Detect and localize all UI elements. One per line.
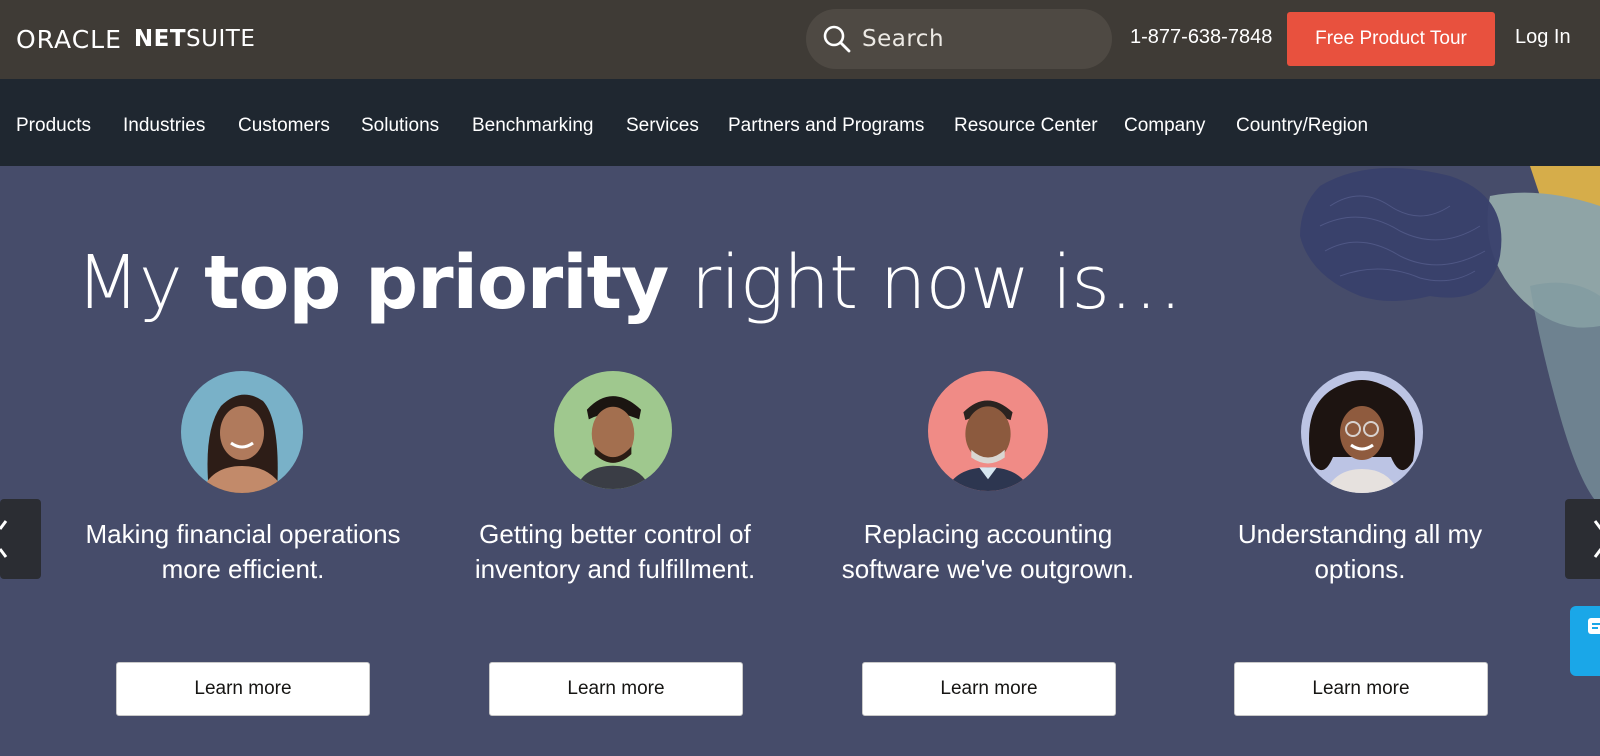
nav-item-customers[interactable]: Customers xyxy=(238,115,330,137)
logo-oracle-text: ORACLE xyxy=(16,24,122,54)
carousel-next-button[interactable] xyxy=(1565,499,1600,579)
main-nav: Products Industries Customers Solutions … xyxy=(0,79,1600,166)
free-product-tour-button[interactable]: Free Product Tour xyxy=(1287,12,1495,66)
nav-item-country-region[interactable]: Country/Region xyxy=(1236,115,1368,137)
avatar xyxy=(554,371,672,489)
learn-more-button[interactable]: Learn more xyxy=(1234,662,1488,716)
nav-item-resource-center[interactable]: Resource Center xyxy=(954,115,1098,137)
card-text: Replacing accounting software we've outg… xyxy=(841,519,1135,584)
nav-item-company[interactable]: Company xyxy=(1124,115,1205,137)
person-icon xyxy=(201,394,285,493)
headline-bold: top priority xyxy=(204,240,669,326)
learn-more-button[interactable]: Learn more xyxy=(116,662,370,716)
card-text: Making financial operations more efficie… xyxy=(85,519,401,584)
hero-section: My top priority right now is… Making fin… xyxy=(0,166,1600,756)
card-text: Understanding all my options. xyxy=(1237,519,1483,584)
search-input[interactable] xyxy=(862,17,1092,61)
learn-more-button[interactable]: Learn more xyxy=(862,662,1116,716)
card-text: Getting better control of inventory and … xyxy=(474,519,756,584)
search-icon[interactable] xyxy=(822,24,852,54)
hero-headline: My top priority right now is… xyxy=(76,240,1183,326)
person-icon xyxy=(575,396,651,489)
chevron-left-icon xyxy=(0,520,8,558)
avatar xyxy=(1301,371,1423,493)
search-box[interactable] xyxy=(806,9,1112,69)
nav-item-products[interactable]: Products xyxy=(16,115,91,137)
learn-more-button[interactable]: Learn more xyxy=(489,662,743,716)
nav-item-benchmarking[interactable]: Benchmarking xyxy=(472,115,593,137)
person-icon xyxy=(1309,380,1415,493)
login-link[interactable]: Log In xyxy=(1515,26,1571,49)
nav-item-services[interactable]: Services xyxy=(626,115,699,137)
chat-icon xyxy=(1588,618,1600,634)
nav-item-industries[interactable]: Industries xyxy=(123,115,205,137)
headline-end: right now is… xyxy=(668,240,1183,326)
headline-start: My xyxy=(76,240,205,326)
person-icon xyxy=(945,400,1031,491)
logo-net-text: NET xyxy=(133,26,187,52)
phone-link[interactable]: 1-877-638-7848 xyxy=(1130,26,1272,49)
top-header: ORACLE NET SUITE 1-877-638-7848 Free Pro… xyxy=(0,0,1600,79)
chevron-right-icon xyxy=(1593,520,1600,558)
avatar xyxy=(928,371,1048,491)
logo-suite-text: SUITE xyxy=(186,26,256,52)
carousel-prev-button[interactable] xyxy=(0,499,41,579)
chat-widget-button[interactable] xyxy=(1570,606,1600,676)
nav-item-partners-and-programs[interactable]: Partners and Programs xyxy=(728,115,924,137)
oracle-netsuite-logo[interactable]: ORACLE NET SUITE xyxy=(16,24,255,54)
avatar xyxy=(181,371,303,493)
nav-item-solutions[interactable]: Solutions xyxy=(361,115,439,137)
